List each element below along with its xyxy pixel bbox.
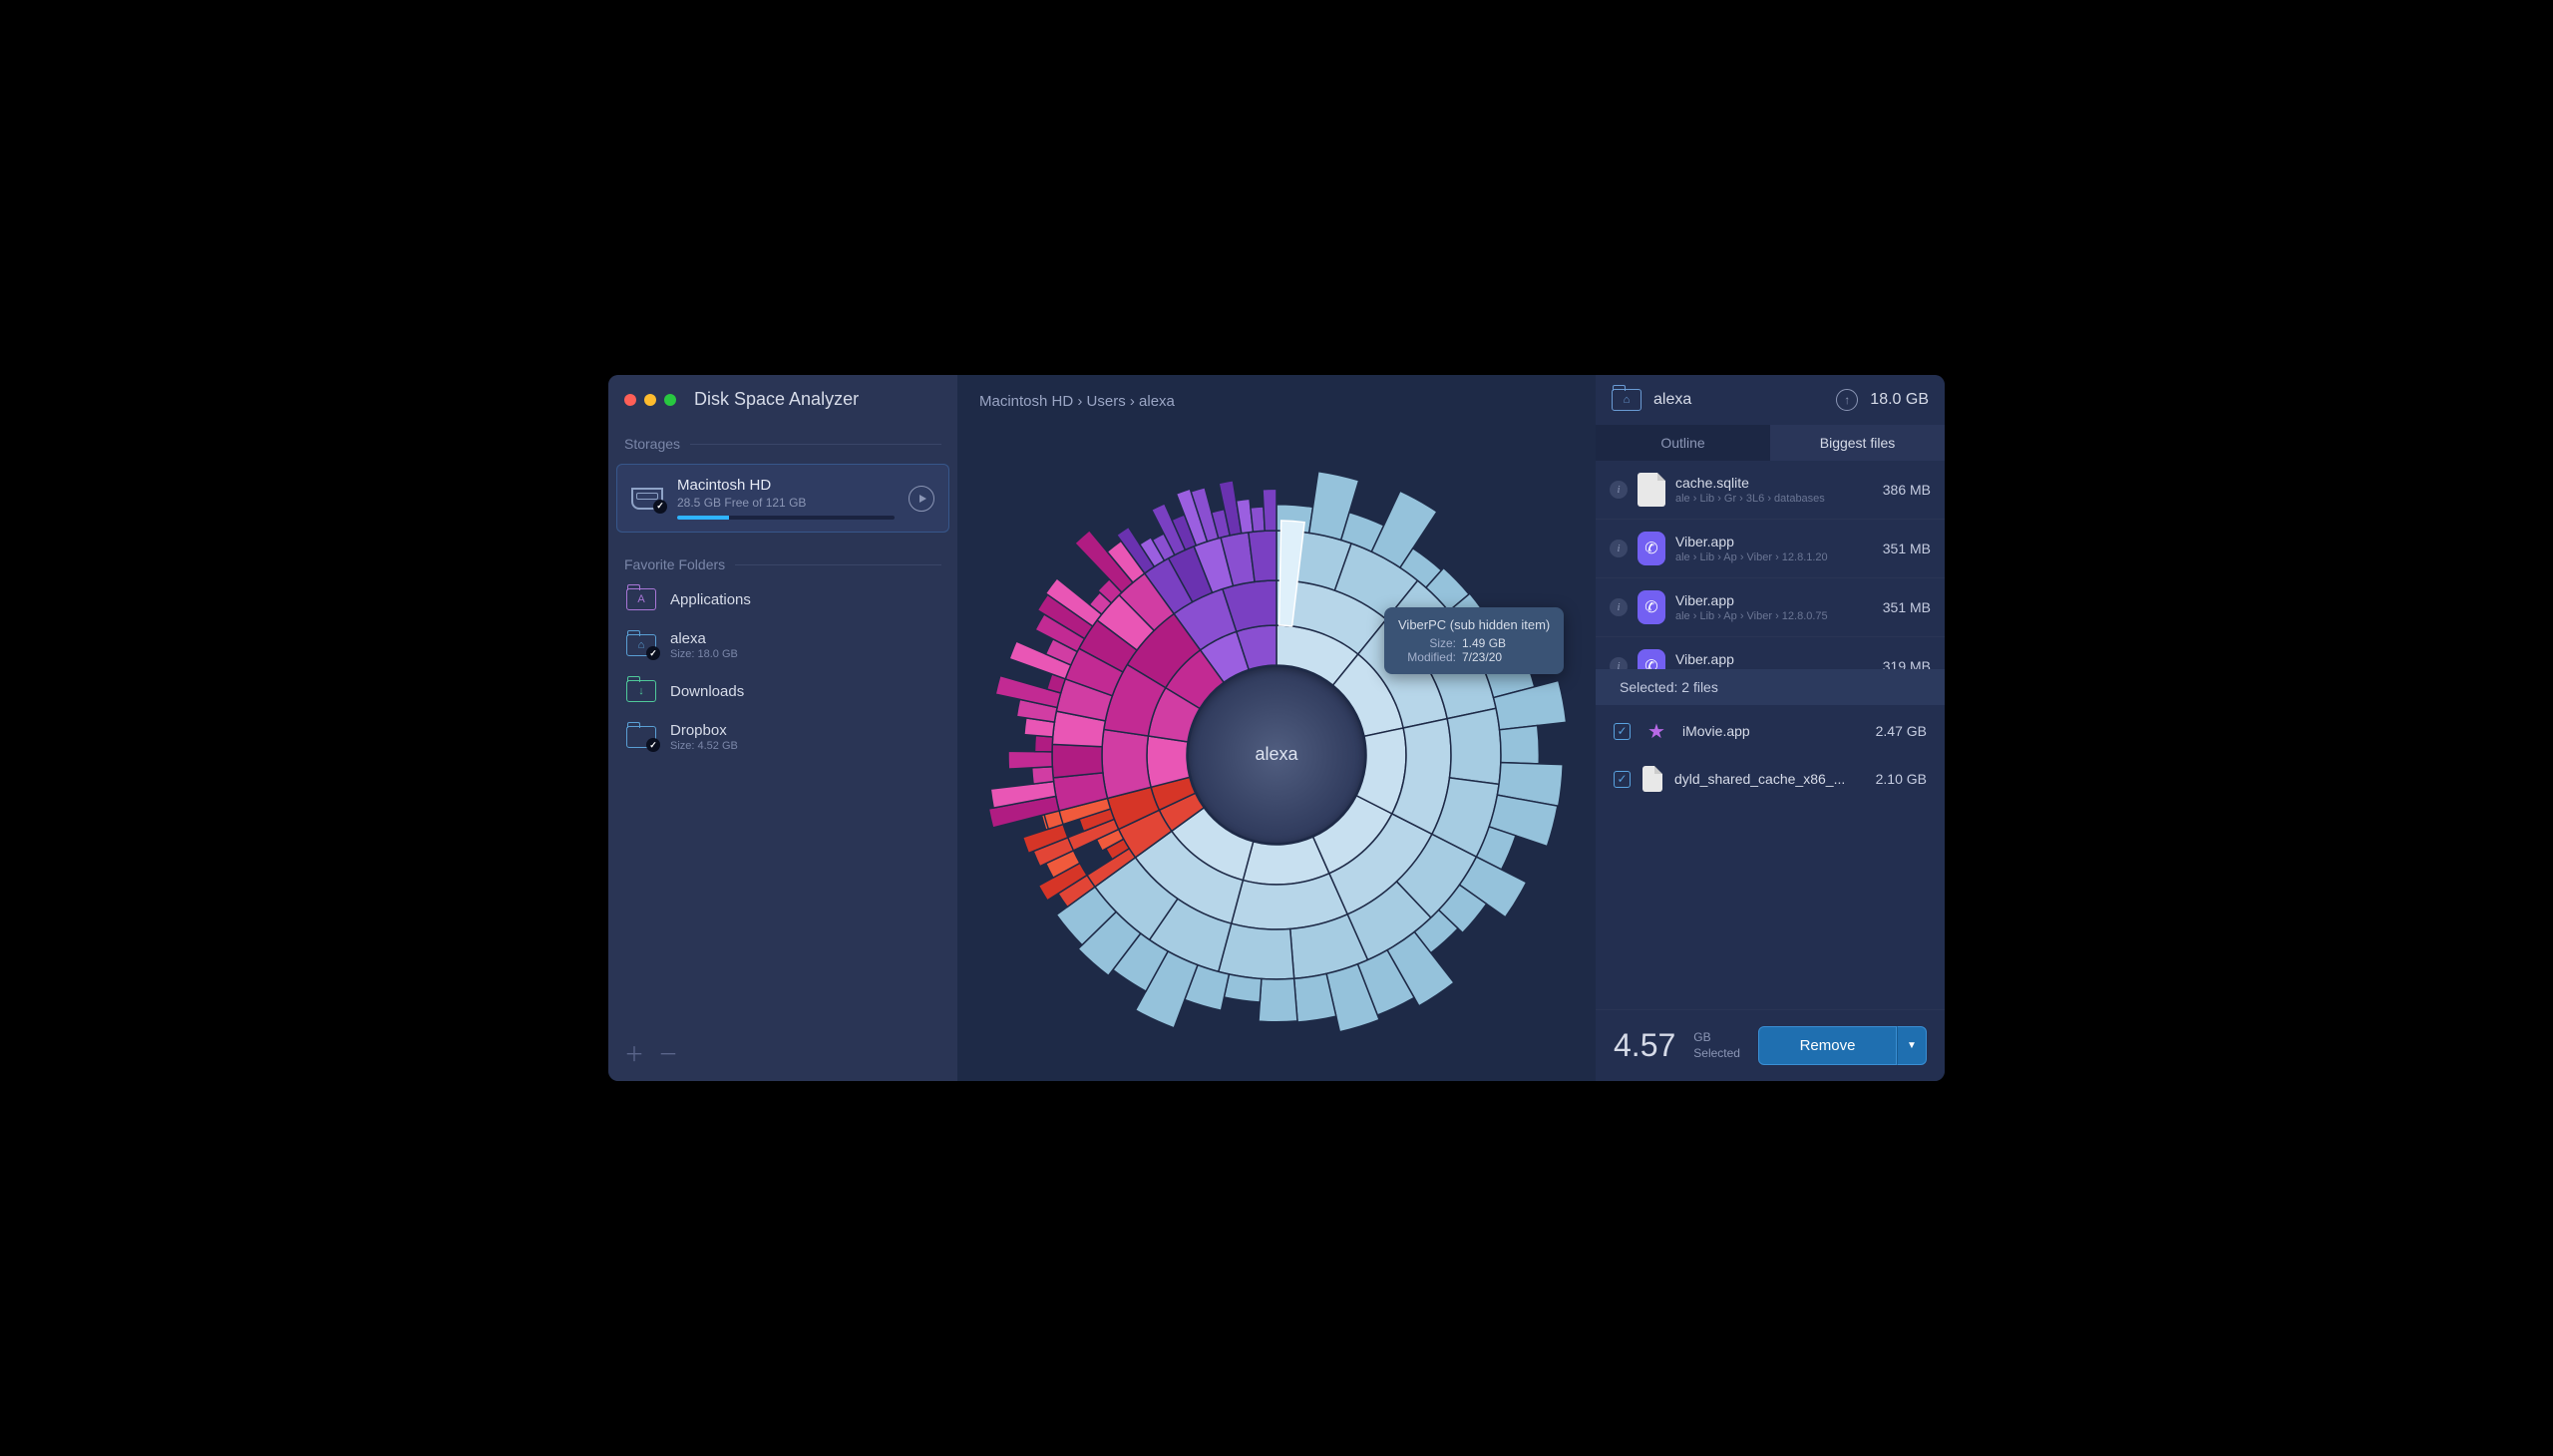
file-name: iMovie.app bbox=[1682, 723, 1864, 739]
file-size: 319 MB bbox=[1883, 658, 1931, 669]
right-size: 18.0 GB bbox=[1870, 391, 1929, 409]
window-controls bbox=[624, 394, 676, 406]
file-size: 2.47 GB bbox=[1876, 723, 1927, 739]
sidebar-item-alexa[interactable]: ⌂ alexaSize: 18.0 GB bbox=[608, 620, 957, 670]
remove-button[interactable]: Remove bbox=[1758, 1026, 1897, 1065]
favorite-subtitle: Size: 4.52 GB bbox=[670, 740, 738, 752]
file-icon: ✆ bbox=[1638, 649, 1665, 669]
right-title: alexa bbox=[1653, 391, 1824, 409]
selected-row[interactable]: ✓ ★ iMovie.app 2.47 GB bbox=[1596, 705, 1945, 757]
right-header: ⌂ alexa ↑ 18.0 GB bbox=[1596, 375, 1945, 425]
selected-header: Selected: 2 files bbox=[1596, 669, 1945, 705]
file-icon: ★ bbox=[1642, 714, 1670, 748]
minimize-icon[interactable] bbox=[644, 394, 656, 406]
favorites-list: A Applications ⌂ alexaSize: 18.0 GB ↓ Downloa… bbox=[608, 578, 957, 762]
chart-center[interactable]: alexa bbox=[1189, 667, 1364, 843]
file-size: 386 MB bbox=[1883, 482, 1931, 498]
sidebar-footer: ＋ － bbox=[608, 1024, 957, 1081]
favorite-name: alexa bbox=[670, 630, 738, 647]
file-size: 2.10 GB bbox=[1876, 771, 1927, 787]
storage-item[interactable]: Macintosh HD 28.5 GB Free of 121 GB bbox=[616, 464, 949, 533]
main-panel: Macintosh HD › Users › alexa alexa Viber… bbox=[957, 375, 1596, 1081]
remove-favorite-button[interactable]: － bbox=[658, 1038, 678, 1067]
folder-icon: A bbox=[626, 588, 656, 610]
file-icon bbox=[1638, 473, 1665, 507]
favorites-label: Favorite Folders bbox=[624, 556, 725, 572]
favorite-subtitle: Size: 18.0 GB bbox=[670, 648, 738, 660]
tab-outline[interactable]: Outline bbox=[1596, 425, 1770, 461]
titlebar: Disk Space Analyzer bbox=[608, 375, 957, 418]
remove-dropdown[interactable]: ▼ bbox=[1897, 1026, 1927, 1065]
info-icon[interactable]: i bbox=[1610, 540, 1628, 557]
file-row[interactable]: i✆Viber.appale › Lib › Ap › Viber › 12.6… bbox=[1596, 637, 1945, 669]
file-icon: ✆ bbox=[1638, 590, 1665, 624]
file-size: 351 MB bbox=[1883, 599, 1931, 615]
app-title: Disk Space Analyzer bbox=[694, 389, 859, 410]
file-size: 351 MB bbox=[1883, 541, 1931, 556]
info-icon[interactable]: i bbox=[1610, 481, 1628, 499]
info-icon[interactable]: i bbox=[1610, 598, 1628, 616]
file-row[interactable]: i cache.sqlite ale › Lib › Gr › 3L6 › data… bbox=[1596, 461, 1945, 520]
app-window: Disk Space Analyzer Storages Macintosh H… bbox=[608, 375, 1945, 1081]
storages-header: Storages bbox=[608, 418, 957, 458]
add-favorite-button[interactable]: ＋ bbox=[624, 1038, 644, 1067]
scan-button[interactable] bbox=[909, 486, 934, 512]
breadcrumb[interactable]: Macintosh HD › Users › alexa bbox=[957, 375, 1596, 428]
checkbox[interactable]: ✓ bbox=[1614, 723, 1631, 740]
file-path: ale › Lib › Gr › 3L6 › databases bbox=[1675, 493, 1873, 505]
go-up-button[interactable]: ↑ bbox=[1836, 389, 1858, 411]
checkbox[interactable]: ✓ bbox=[1614, 771, 1631, 788]
file-name: Viber.app bbox=[1675, 534, 1873, 549]
folder-icon: ⌂ bbox=[626, 634, 656, 656]
tooltip-name: ViberPC (sub hidden item) bbox=[1398, 617, 1550, 632]
file-icon: ✆ bbox=[1638, 532, 1665, 565]
sidebar-item-dropbox[interactable]: DropboxSize: 4.52 GB bbox=[608, 712, 957, 762]
file-row[interactable]: i ✆ Viber.app ale › Lib › Ap › Viber › 12.8… bbox=[1596, 578, 1945, 637]
file-row[interactable]: i ✆ Viber.app ale › Lib › Ap › Viber › 12.8… bbox=[1596, 520, 1945, 578]
zoom-icon[interactable] bbox=[664, 394, 676, 406]
chart-tooltip: ViberPC (sub hidden item) Size:1.49 GB M… bbox=[1384, 607, 1564, 674]
info-icon[interactable]: i bbox=[1610, 657, 1628, 669]
sidebar-item-downloads[interactable]: ↓ Downloads bbox=[608, 670, 957, 712]
file-path: ale › Lib › Ap › Viber › 12.8.1.20 bbox=[1675, 551, 1873, 563]
file-icon bbox=[1642, 766, 1662, 792]
storage-progress bbox=[677, 516, 895, 520]
right-panel: ⌂ alexa ↑ 18.0 GB Outline Biggest files … bbox=[1596, 375, 1945, 1081]
favorites-header: Favorite Folders bbox=[608, 539, 957, 578]
file-list: i cache.sqlite ale › Lib › Gr › 3L6 › data… bbox=[1596, 461, 1945, 669]
selected-row[interactable]: ✓ dyld_shared_cache_x86_... 2.10 GB bbox=[1596, 757, 1945, 801]
favorite-name: Dropbox bbox=[670, 722, 738, 739]
sidebar-item-applications[interactable]: A Applications bbox=[608, 578, 957, 620]
folder-icon: ↓ bbox=[626, 680, 656, 702]
file-name: Viber.app bbox=[1675, 651, 1873, 667]
favorite-name: Applications bbox=[670, 591, 751, 608]
file-path: ale › Lib › Ap › Viber › 12.8.0.75 bbox=[1675, 610, 1873, 622]
sidebar: Disk Space Analyzer Storages Macintosh H… bbox=[608, 375, 957, 1081]
tab-biggest-files[interactable]: Biggest files bbox=[1770, 425, 1945, 461]
storages-label: Storages bbox=[624, 436, 680, 452]
selected-list: ✓ ★ iMovie.app 2.47 GB ✓ dyld_shared_cache_x8… bbox=[1596, 705, 1945, 801]
favorite-name: Downloads bbox=[670, 683, 744, 700]
file-name: cache.sqlite bbox=[1675, 475, 1873, 491]
storage-name: Macintosh HD bbox=[677, 477, 895, 494]
close-icon[interactable] bbox=[624, 394, 636, 406]
disk-icon bbox=[631, 488, 663, 510]
home-folder-icon: ⌂ bbox=[1612, 389, 1641, 411]
sunburst-chart[interactable]: alexa ViberPC (sub hidden item) Size:1.4… bbox=[957, 428, 1596, 1081]
right-footer: 4.57 GBSelected Remove ▼ bbox=[1596, 1009, 1945, 1081]
remove-button-group: Remove ▼ bbox=[1758, 1026, 1927, 1065]
total-size-label: GBSelected bbox=[1693, 1030, 1740, 1061]
file-name: dyld_shared_cache_x86_... bbox=[1674, 771, 1864, 787]
tabs: Outline Biggest files bbox=[1596, 425, 1945, 461]
folder-icon bbox=[626, 726, 656, 748]
total-size-number: 4.57 bbox=[1614, 1027, 1675, 1064]
storage-subtitle: 28.5 GB Free of 121 GB bbox=[677, 496, 895, 510]
file-name: Viber.app bbox=[1675, 592, 1873, 608]
